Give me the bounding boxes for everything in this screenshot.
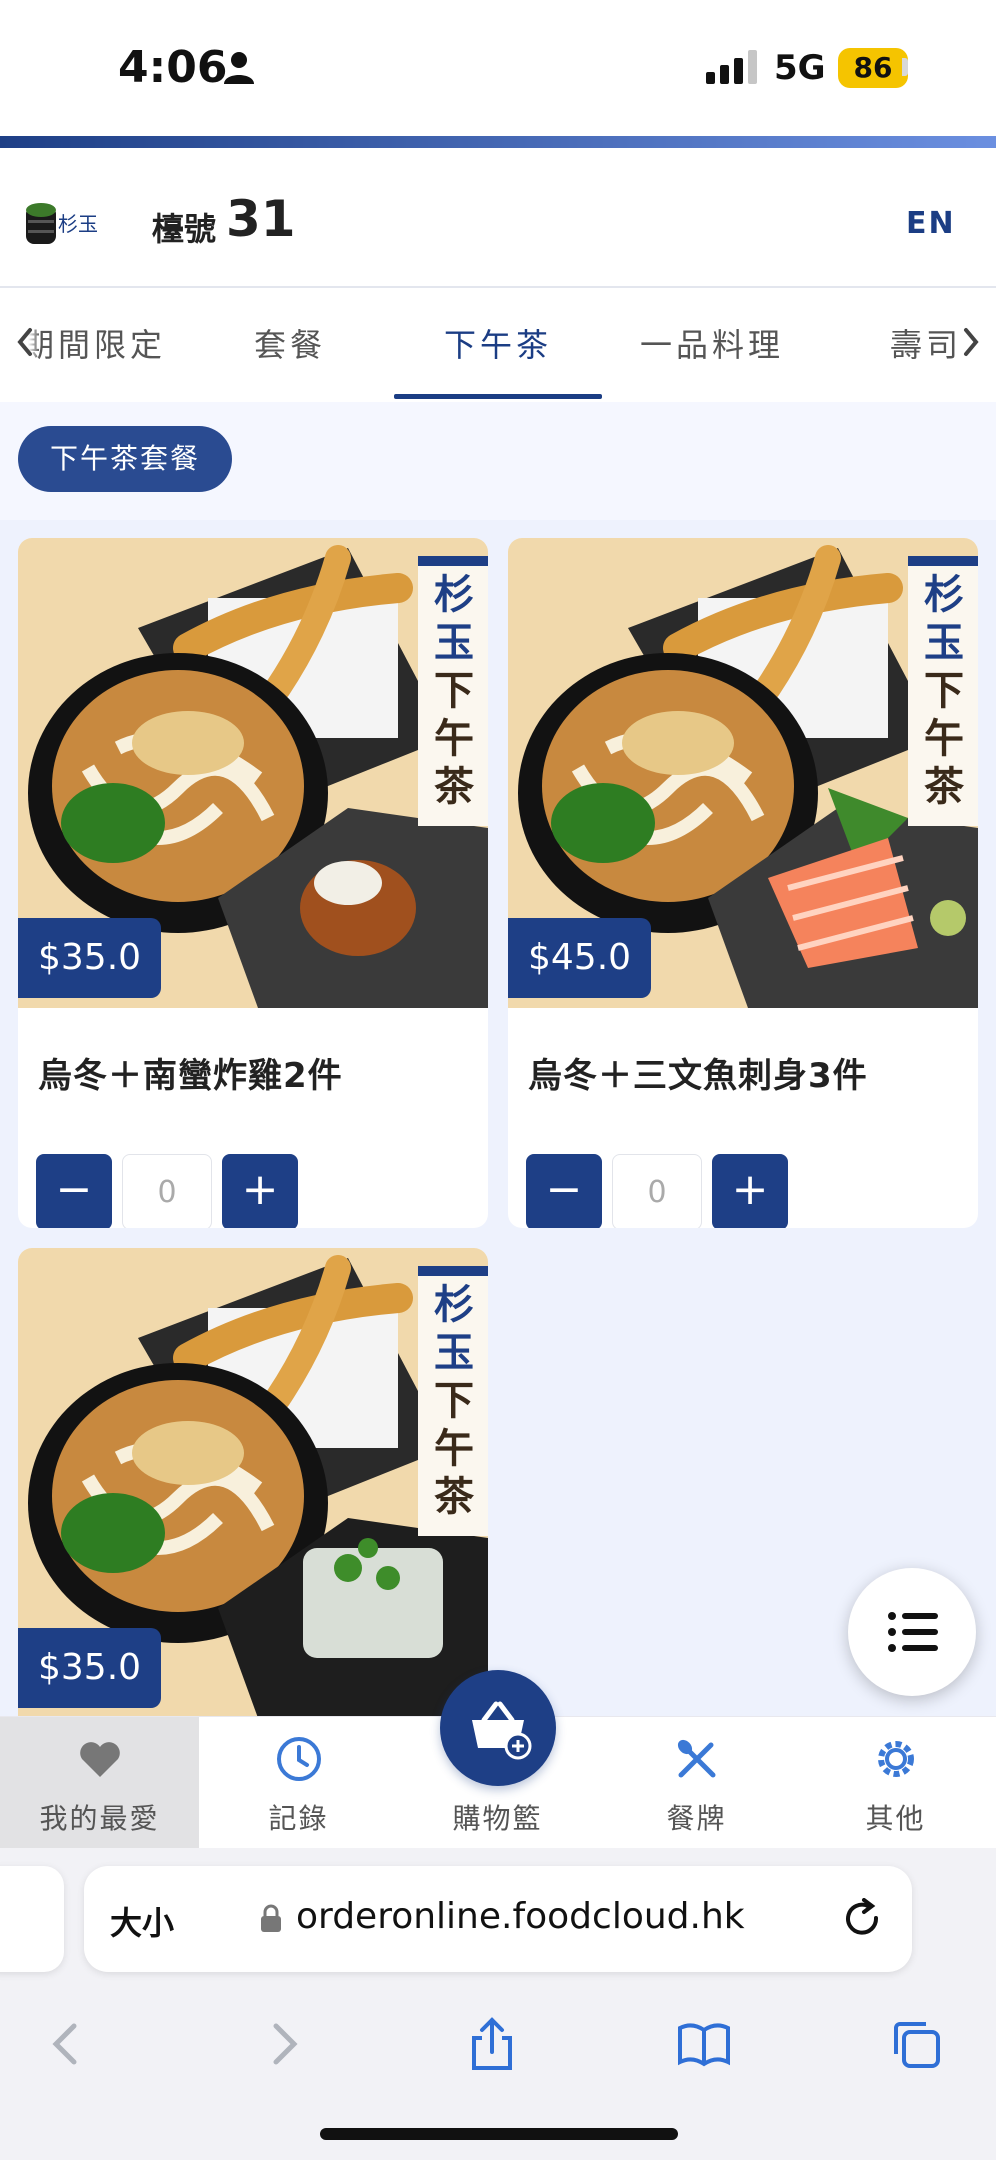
signal-icon [706,50,757,84]
price-badge: $45.0 [508,918,652,998]
svg-text:玉: 玉 [924,619,964,666]
nav-label: 我的最愛 [39,1802,160,1835]
person-icon [224,52,254,84]
nav-history[interactable]: 記錄 [199,1717,398,1849]
heart-icon [80,1742,120,1777]
banner-char-4: 午 [434,715,474,762]
decrease-quantity-button[interactable]: − [526,1154,602,1228]
cart-button[interactable] [440,1670,556,1786]
table-number: 31 [226,190,296,248]
network-label: 5G [774,48,826,88]
category-tabs: 期間限定 套餐 下午茶 一品料理 壽司 [0,290,996,402]
tabs-scroll-right[interactable] [956,320,986,364]
tab-a-la-carte[interactable]: 一品料理 [640,320,784,366]
product-card[interactable]: 杉 玉 下 午 茶 $35.0 烏冬＋南蠻炸雞2件 − 0 + [18,538,488,1228]
lock-icon [261,1904,281,1932]
chevron-right-icon [964,328,979,356]
tab-afternoon-tea[interactable]: 下午茶 [444,320,552,366]
tabs-scroll-left[interactable] [10,320,40,364]
battery-indicator: 86 [838,48,908,88]
browser-chrome: 大小 orderonline.foodcloud.hk [0,1848,996,2160]
banner-char-2: 玉 [434,619,474,666]
nav-label: 其他 [865,1802,926,1835]
bookmarks-icon[interactable] [676,2016,732,2072]
quantity-stepper: − 0 + [36,1154,456,1228]
banner-char-5: 茶 [434,763,475,810]
language-toggle-button[interactable]: EN [906,206,956,241]
svg-text:杉: 杉 [924,571,964,618]
nav-other[interactable]: 其他 [796,1717,995,1849]
clock-icon [277,1737,321,1781]
banner-char-3: 下 [434,667,474,714]
status-bar: 4:06 5G 86 [0,0,996,136]
tabs-icon[interactable] [888,2016,944,2072]
quantity-value[interactable]: 0 [612,1154,702,1228]
product-name: 烏冬＋三文魚刺身3件 [528,1056,868,1096]
text-size-button[interactable]: 大小 [110,1898,174,1944]
logo-text: 杉玉 [58,212,98,236]
svg-text:玉: 玉 [434,1329,474,1376]
reload-icon[interactable] [842,1898,884,1940]
decrease-quantity-button[interactable]: − [36,1154,112,1228]
price-badge: $35.0 [18,918,162,998]
subcategory-bar: 下午茶套餐 [0,402,996,520]
product-name: 烏冬＋南蠻炸雞2件 [38,1056,343,1096]
home-indicator [320,2128,678,2140]
quantity-value[interactable]: 0 [122,1154,212,1228]
back-icon[interactable] [38,2016,94,2072]
active-tab-indicator [394,394,602,399]
basket-icon [472,1701,532,1760]
product-grid: 杉 玉 下 午 茶 $35.0 烏冬＋南蠻炸雞2件 − 0 + 杉 玉 下 午 … [0,520,996,1718]
utensils-icon [677,1739,716,1778]
svg-text:茶: 茶 [924,763,965,810]
tab-set-meal[interactable]: 套餐 [254,320,326,366]
svg-text:茶: 茶 [434,1473,475,1520]
status-time: 4:06 [118,42,228,93]
increase-quantity-button[interactable]: + [712,1154,788,1228]
previous-tab-preview[interactable] [0,1866,64,1972]
gear-icon [878,1741,914,1777]
svg-text:下: 下 [434,1377,474,1424]
list-icon [888,1612,938,1652]
nav-menu[interactable]: 餐牌 [597,1717,796,1849]
svg-text:午: 午 [434,1425,474,1472]
address-bar[interactable]: 大小 orderonline.foodcloud.hk [84,1866,912,1972]
tab-limited[interactable]: 期間限定 [22,320,166,366]
banner-char-1: 杉 [434,571,474,618]
nav-favorites[interactable]: 我的最愛 [0,1717,199,1849]
product-card[interactable]: 杉 玉 下 午 茶 $35.0 [18,1248,488,1718]
nav-label: 餐牌 [666,1802,727,1835]
quantity-stepper: − 0 + [526,1154,946,1228]
svg-text:午: 午 [924,715,964,762]
battery-tip [902,58,908,76]
table-label: 檯號 [152,210,217,248]
forward-icon[interactable] [256,2016,312,2072]
increase-quantity-button[interactable]: + [222,1154,298,1228]
tab-sushi[interactable]: 壽司 [890,320,962,366]
svg-text:杉: 杉 [434,1281,474,1328]
accent-bar [0,136,996,148]
nav-label: 記錄 [268,1802,329,1835]
share-icon[interactable] [464,2016,520,2072]
chevron-left-icon [17,328,32,356]
product-card[interactable]: 杉 玉 下 午 茶 $45.0 烏冬＋三文魚刺身3件 − 0 + [508,538,978,1228]
category-list-button[interactable] [848,1568,976,1696]
subcategory-chip[interactable]: 下午茶套餐 [18,426,233,492]
svg-text:下: 下 [924,667,964,714]
header: 杉玉 檯號 31 EN [0,148,996,288]
url-text[interactable]: orderonline.foodcloud.hk [296,1896,745,1937]
nav-label: 購物籃 [452,1802,543,1835]
price-badge: $35.0 [18,1628,162,1708]
